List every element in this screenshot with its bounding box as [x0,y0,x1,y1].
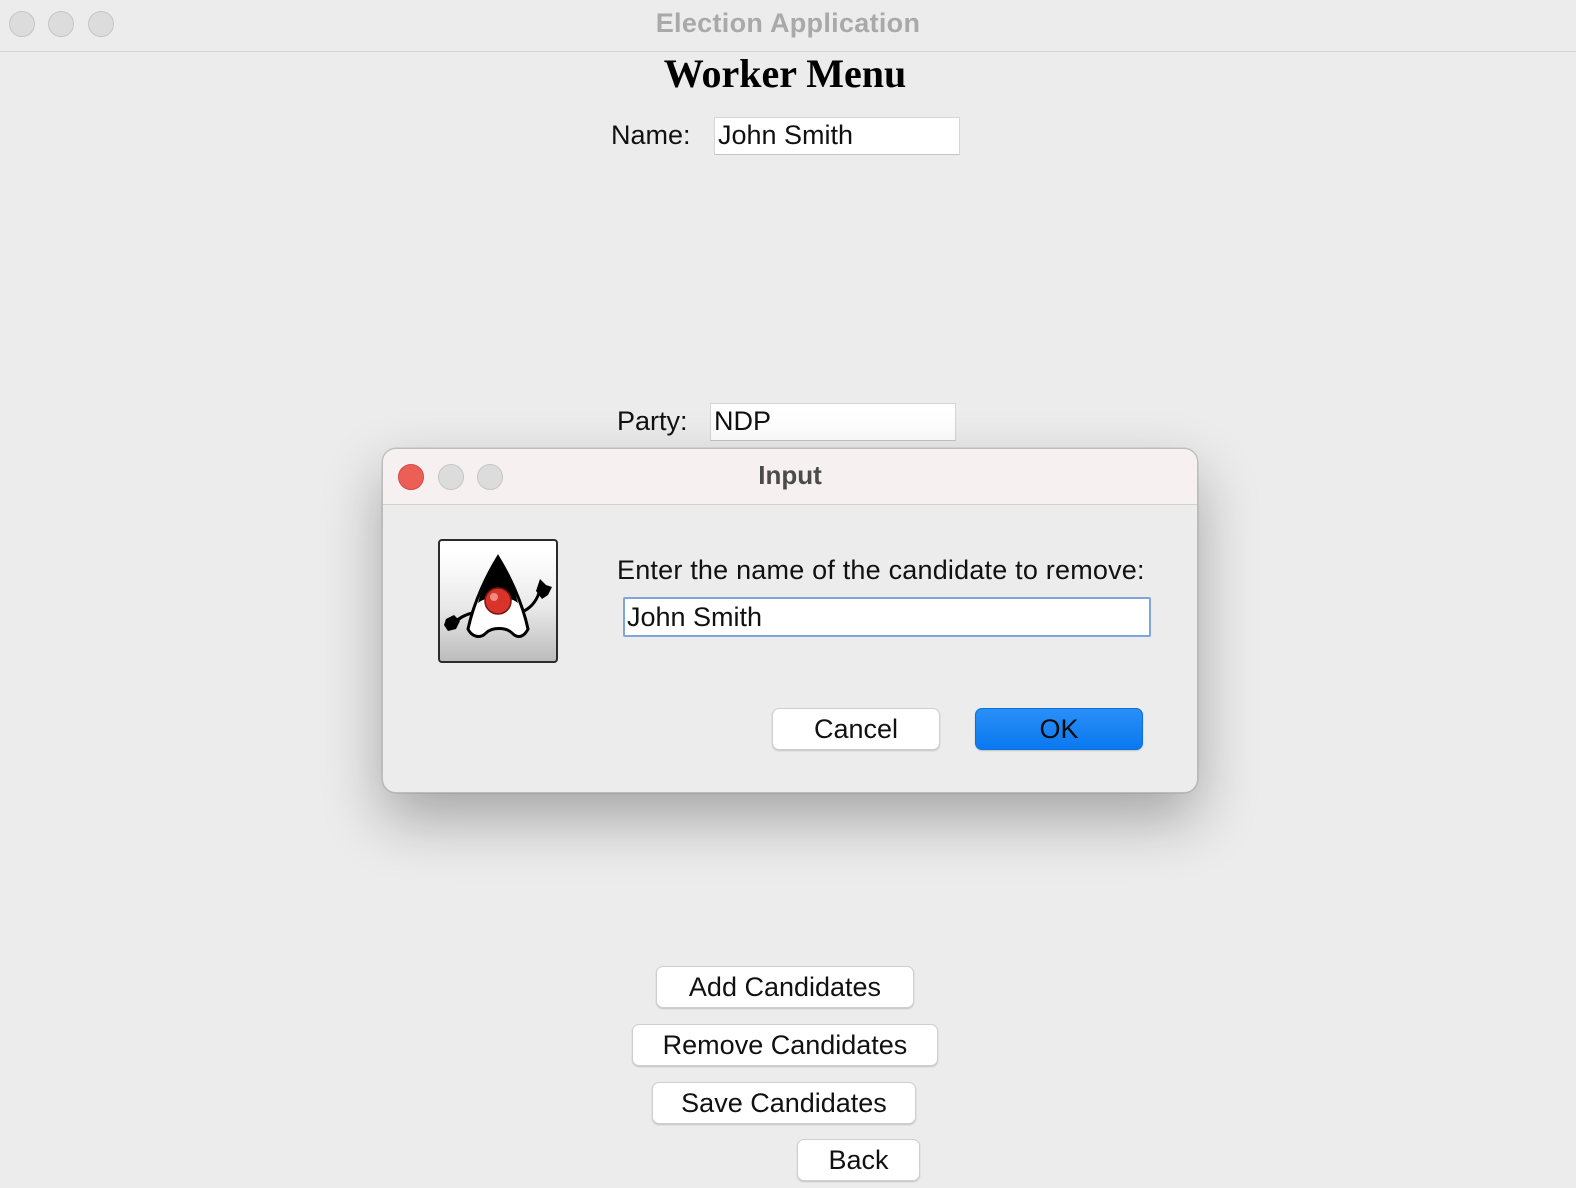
page-title: Worker Menu [663,51,907,96]
window-titlebar: Election Application [0,0,1576,52]
remove-candidates-button[interactable]: Remove Candidates [632,1024,938,1066]
party-field[interactable]: NDP [710,403,956,441]
dialog-prompt: Enter the name of the candidate to remov… [617,555,1145,585]
main-window: Election Application Worker Menu Name: J… [0,0,1576,1188]
cancel-button[interactable]: Cancel [772,708,940,750]
save-candidates-button[interactable]: Save Candidates [652,1082,916,1124]
back-button[interactable]: Back [797,1139,920,1181]
name-field[interactable]: John Smith [714,117,960,155]
party-label: Party: [617,406,688,436]
dialog-title: Input [758,460,822,490]
window-title: Election Application [655,8,921,38]
add-candidates-button[interactable]: Add Candidates [656,966,914,1008]
input-dialog: Input Enter the name of the candidate to… [382,448,1198,793]
ok-button[interactable]: OK [975,708,1143,750]
dialog-titlebar: Input [383,449,1197,505]
candidate-name-input[interactable]: John Smith [623,597,1151,637]
name-label: Name: [611,120,691,150]
java-duke-icon [438,539,558,663]
